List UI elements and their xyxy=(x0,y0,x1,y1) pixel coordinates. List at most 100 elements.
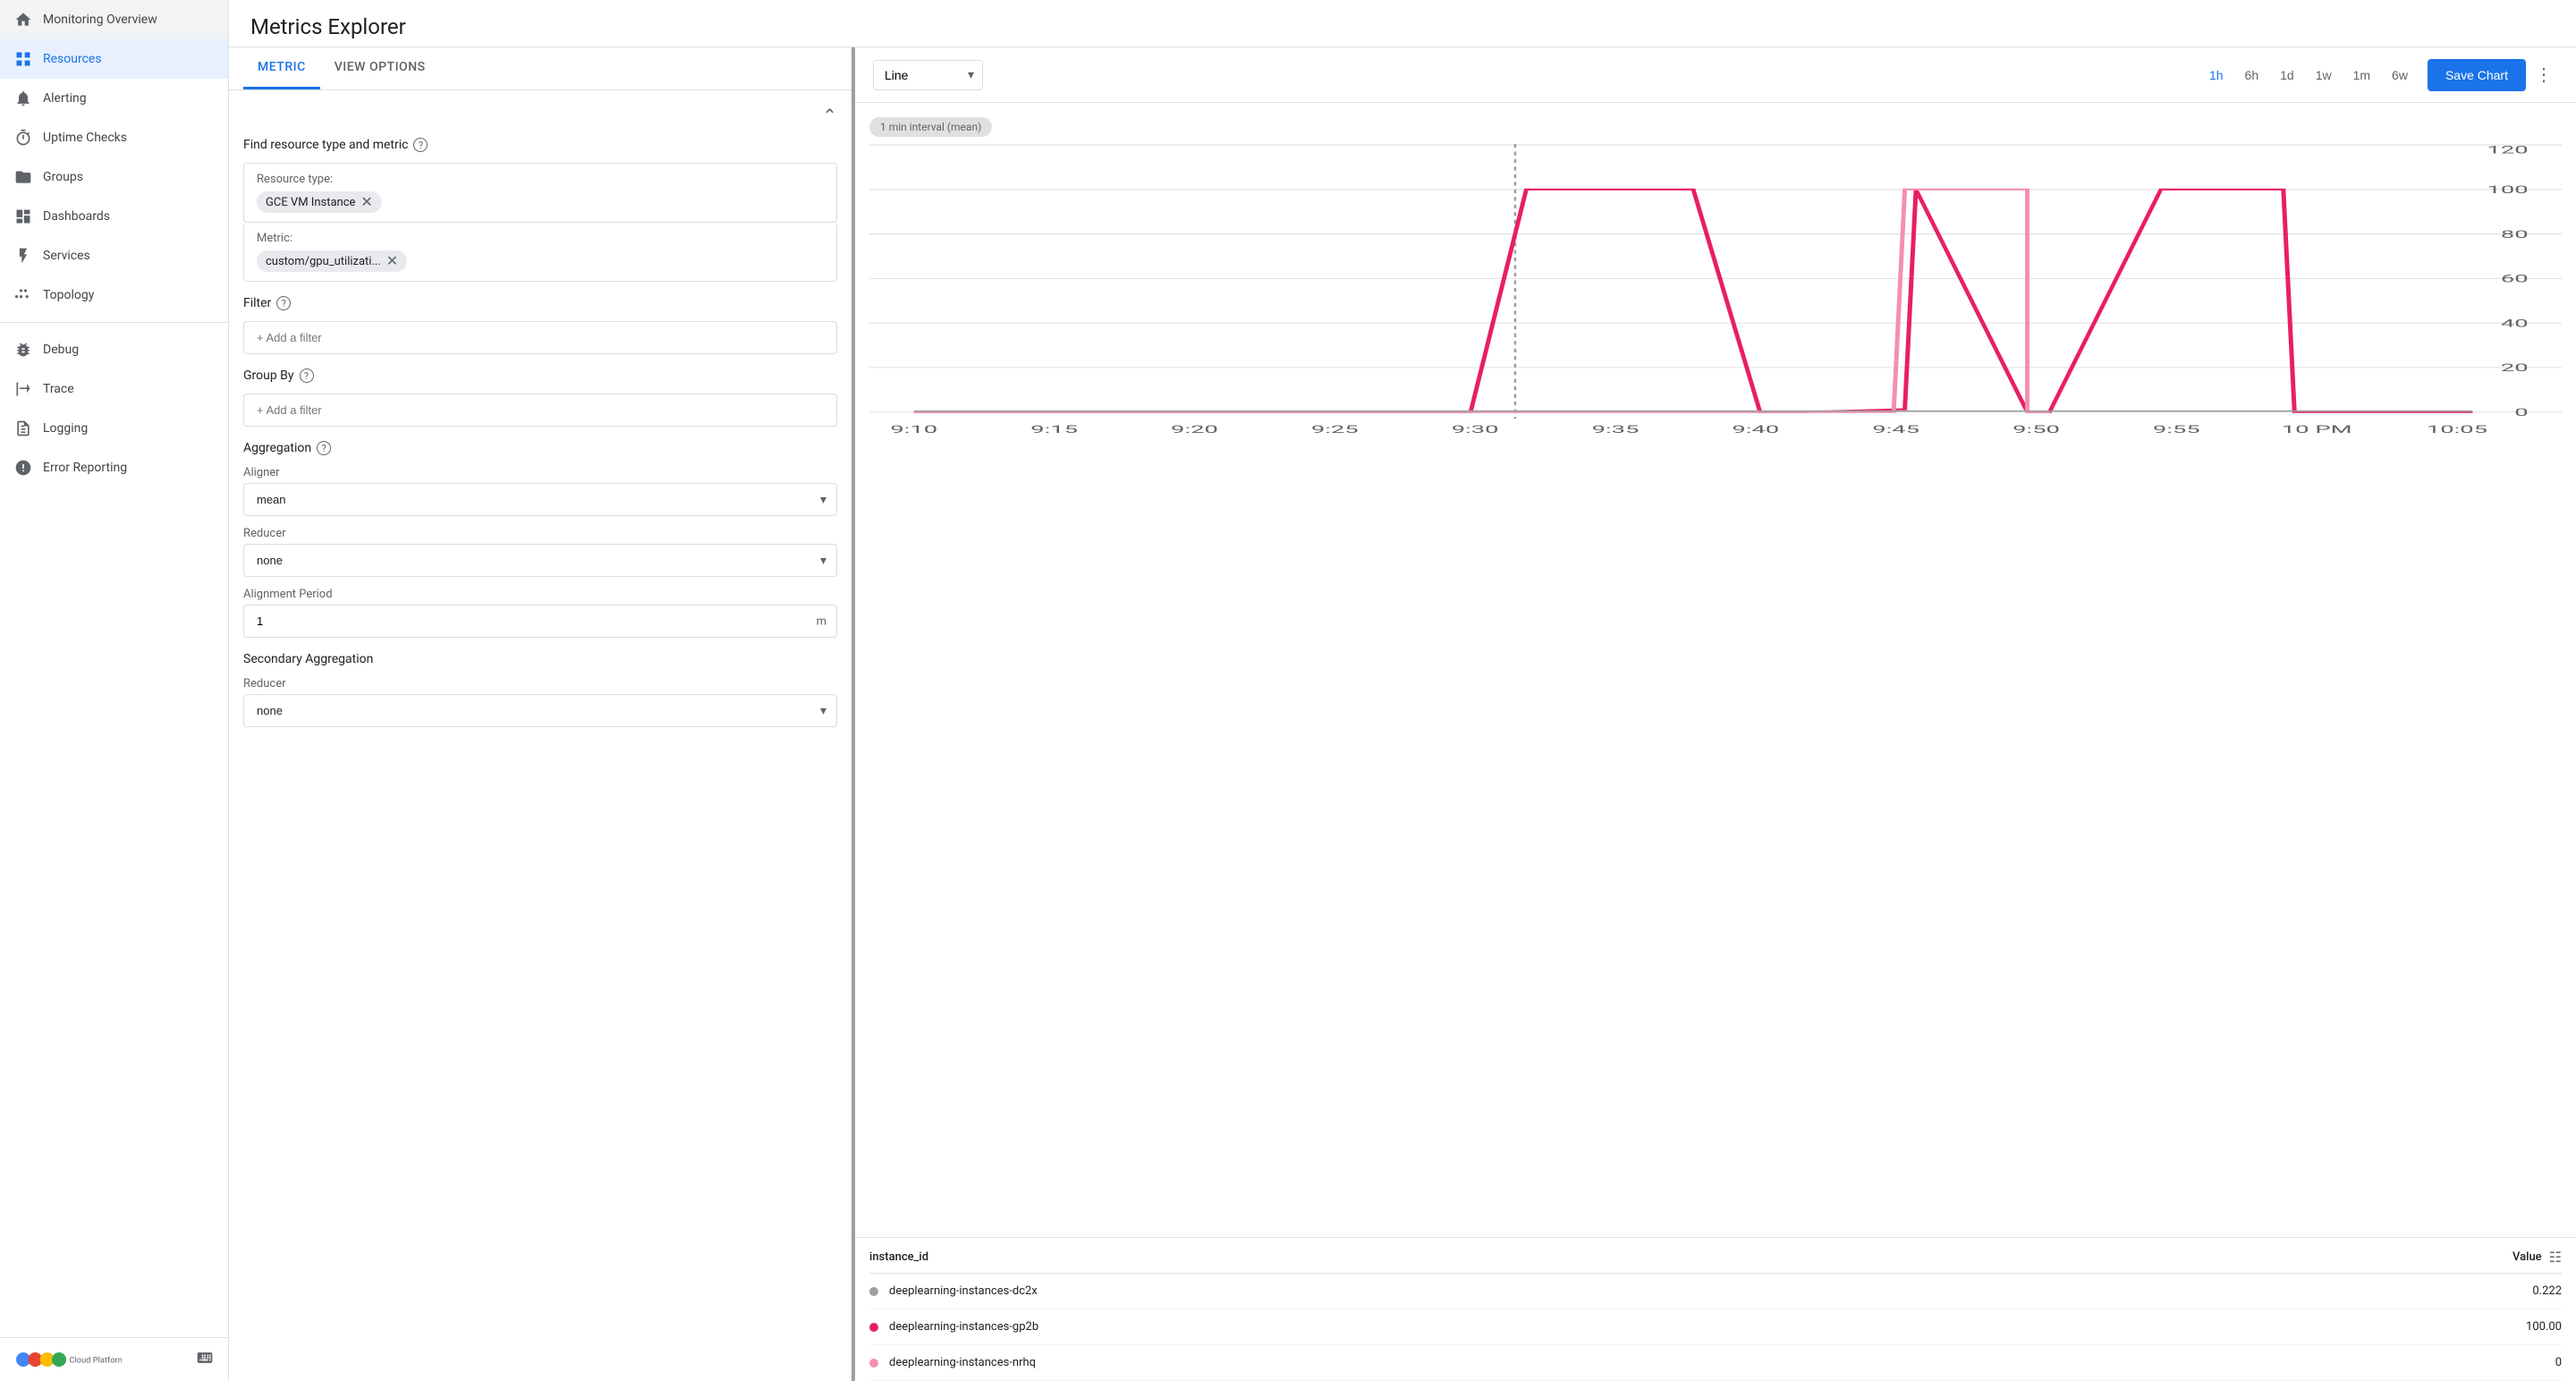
groupby-help-icon[interactable]: ? xyxy=(300,369,314,383)
legend-dot-dc2x xyxy=(869,1287,878,1296)
sidebar-item-resources[interactable]: Resources xyxy=(0,39,228,79)
sidebar: Monitoring Overview Resources Alerting U… xyxy=(0,0,229,1381)
time-btn-6w[interactable]: 6w xyxy=(2383,63,2417,88)
save-chart-button[interactable]: Save Chart xyxy=(2428,59,2526,91)
svg-text:9:40: 9:40 xyxy=(1732,423,1779,436)
svg-text:9:50: 9:50 xyxy=(2012,423,2060,436)
legend-table: instance_id Value ☷ deeplearning-instanc… xyxy=(855,1237,2576,1381)
secondary-reducer-label: Reducer xyxy=(243,677,837,690)
resource-type-chip[interactable]: GCE VM Instance ✕ xyxy=(257,191,382,213)
metric-chip-close[interactable]: ✕ xyxy=(386,254,398,268)
page-title: Metrics Explorer xyxy=(250,14,2555,39)
metric-label: Metric: xyxy=(257,232,824,245)
interval-badge: 1 min interval (mean) xyxy=(869,117,992,137)
secondary-reducer-select-wrapper: none sum mean xyxy=(243,694,837,727)
groupby-input[interactable] xyxy=(243,394,837,427)
find-resource-help-icon[interactable]: ? xyxy=(413,138,428,152)
tabs-bar: METRIC VIEW OPTIONS xyxy=(229,47,852,90)
time-range-buttons: 1h 6h 1d 1w 1m 6w Save Chart ⋮ xyxy=(2200,58,2558,91)
legend-dot-nrhq xyxy=(869,1359,878,1368)
topology-icon xyxy=(14,286,32,304)
groupby-section: Group By ? xyxy=(243,369,837,427)
sidebar-label: Resources xyxy=(43,52,102,66)
aligner-row: Aligner mean sum min max xyxy=(243,466,837,516)
sidebar-item-groups[interactable]: Groups xyxy=(0,157,228,197)
filter-title: Filter ? xyxy=(243,296,837,310)
legend-value-dc2x: 0.222 xyxy=(2532,1284,2562,1298)
filter-input[interactable] xyxy=(243,321,837,354)
svg-text:100: 100 xyxy=(2487,184,2528,197)
svg-text:80: 80 xyxy=(2501,228,2529,241)
legend-row: deeplearning-instances-dc2x 0.222 xyxy=(869,1274,2562,1309)
sidebar-item-dashboards[interactable]: Dashboards xyxy=(0,197,228,236)
alignment-period-input-container: m xyxy=(243,605,837,638)
sidebar-label: Error Reporting xyxy=(43,461,127,475)
chart-type-select[interactable]: Line Bar Stacked Bar xyxy=(873,60,983,90)
metric-chip[interactable]: custom/gpu_utilizati... ✕ xyxy=(257,250,407,272)
chart-svg: 0 20 40 60 80 100 120 9:10 9:15 xyxy=(869,144,2562,466)
right-panel: Line Bar Stacked Bar 1h 6h 1d 1w 1m 6w S… xyxy=(855,47,2576,1381)
time-btn-1h[interactable]: 1h xyxy=(2200,63,2233,88)
legend-header-right: Value ☷ xyxy=(2512,1249,2562,1266)
legend-value-nrhq: 0 xyxy=(2555,1356,2562,1369)
sidebar-item-debug[interactable]: Debug xyxy=(0,330,228,369)
svg-text:40: 40 xyxy=(2501,318,2529,330)
aligner-label: Aligner xyxy=(243,466,837,479)
svg-text:Cloud Platform: Cloud Platform xyxy=(69,1355,122,1365)
trace-icon xyxy=(14,380,32,398)
aligner-select[interactable]: mean sum min max xyxy=(243,483,837,516)
sidebar-item-services[interactable]: Services xyxy=(0,236,228,275)
collapse-button[interactable]: ⌃ xyxy=(822,105,837,127)
column-toggle-icon[interactable]: ☷ xyxy=(2549,1249,2562,1266)
sidebar-item-logging[interactable]: Logging xyxy=(0,409,228,448)
svg-text:9:45: 9:45 xyxy=(1872,423,1919,436)
secondary-reducer-row: Reducer none sum mean xyxy=(243,677,837,727)
filter-section: Filter ? xyxy=(243,296,837,354)
flash-icon xyxy=(14,247,32,265)
aggregation-section: Aggregation ? Aligner mean sum min max xyxy=(243,441,837,638)
legend-header: instance_id Value ☷ xyxy=(869,1238,2562,1274)
secondary-aggregation-section: Secondary Aggregation Reducer none sum m… xyxy=(243,652,837,727)
sidebar-item-alerting[interactable]: Alerting xyxy=(0,79,228,118)
svg-text:9:35: 9:35 xyxy=(1592,423,1640,436)
resource-type-chip-close[interactable]: ✕ xyxy=(360,195,372,209)
sidebar-item-error-reporting[interactable]: Error Reporting xyxy=(0,448,228,487)
svg-text:60: 60 xyxy=(2501,273,2529,285)
left-panel: METRIC VIEW OPTIONS ⌃ Find resource type… xyxy=(229,47,855,1381)
aggregation-help-icon[interactable]: ? xyxy=(317,441,331,455)
sidebar-label: Logging xyxy=(43,421,88,436)
groupby-title: Group By ? xyxy=(243,369,837,383)
legend-header-left: instance_id xyxy=(869,1250,928,1264)
sidebar-label: Monitoring Overview xyxy=(43,13,157,27)
tab-view-options[interactable]: VIEW OPTIONS xyxy=(320,47,440,89)
time-btn-1w[interactable]: 1w xyxy=(2307,63,2341,88)
resource-type-label: Resource type: xyxy=(257,173,824,186)
more-options-button[interactable]: ⋮ xyxy=(2529,58,2558,91)
sidebar-item-uptime-checks[interactable]: Uptime Checks xyxy=(0,118,228,157)
reducer-select[interactable]: none sum mean xyxy=(243,544,837,577)
tab-metric[interactable]: METRIC xyxy=(243,47,320,89)
time-btn-6h[interactable]: 6h xyxy=(2236,63,2268,88)
svg-text:9:20: 9:20 xyxy=(1171,423,1218,436)
main-content: Metrics Explorer METRIC VIEW OPTIONS ⌃ F… xyxy=(229,0,2576,1381)
sidebar-label: Dashboards xyxy=(43,209,110,224)
svg-text:9:15: 9:15 xyxy=(1030,423,1078,436)
sidebar-item-topology[interactable]: Topology xyxy=(0,275,228,315)
time-btn-1d[interactable]: 1d xyxy=(2271,63,2303,88)
alignment-period-input[interactable] xyxy=(243,605,837,638)
svg-text:9:55: 9:55 xyxy=(2153,423,2200,436)
metric-panel: ⌃ Find resource type and metric ? Resour… xyxy=(229,90,852,756)
sidebar-item-monitoring-overview[interactable]: Monitoring Overview xyxy=(0,0,228,39)
sidebar-label: Services xyxy=(43,249,90,263)
metric-row: Metric: custom/gpu_utilizati... ✕ xyxy=(243,223,837,282)
sidebar-label: Topology xyxy=(43,288,94,302)
alignment-period-label: Alignment Period xyxy=(243,588,837,601)
sidebar-bottom: Cloud Platform xyxy=(0,1337,228,1381)
secondary-reducer-select[interactable]: none sum mean xyxy=(243,694,837,727)
filter-help-icon[interactable]: ? xyxy=(276,296,291,310)
bell-icon xyxy=(14,89,32,107)
sidebar-item-trace[interactable]: Trace xyxy=(0,369,228,409)
time-btn-1m[interactable]: 1m xyxy=(2344,63,2379,88)
sidebar-label: Debug xyxy=(43,343,79,357)
sidebar-keyboard-icon[interactable] xyxy=(196,1349,214,1370)
